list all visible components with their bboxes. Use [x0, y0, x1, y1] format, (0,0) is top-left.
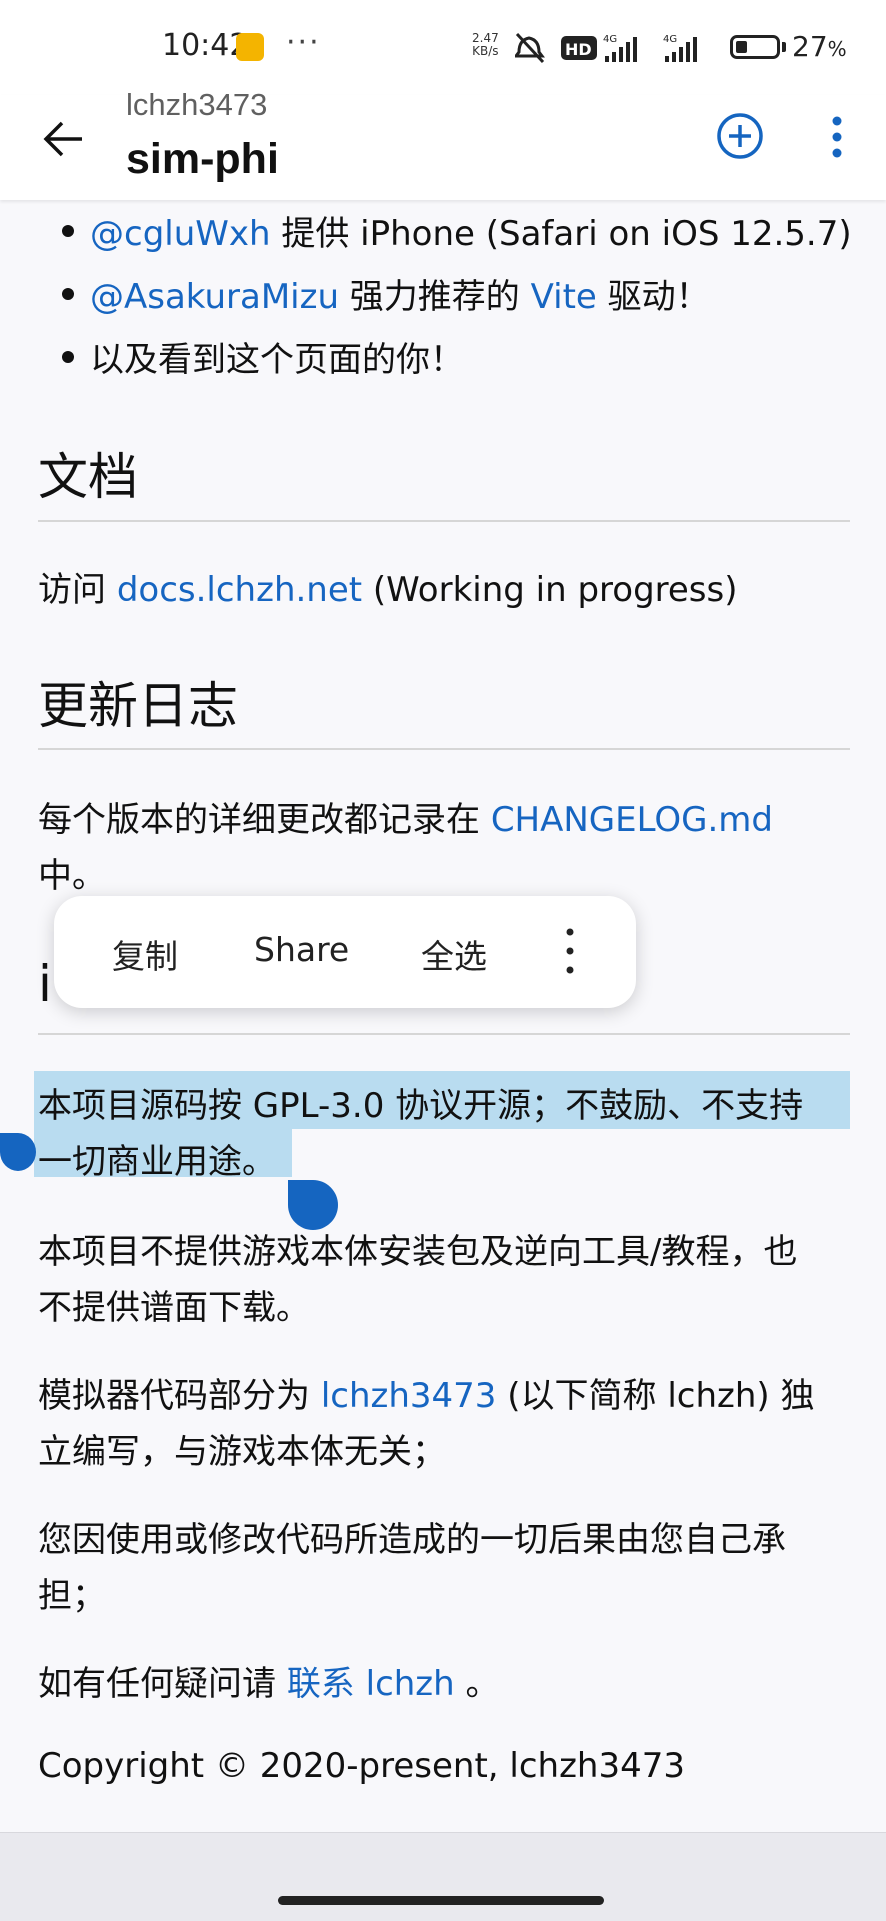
svg-text:4G: 4G: [603, 34, 617, 45]
license-paragraph-2-line-1: 本项目不提供游戏本体安装包及逆向工具/教程，也: [38, 1232, 798, 1272]
bottom-bar: [0, 1832, 886, 1921]
add-icon[interactable]: [716, 112, 764, 160]
battery-tip: [782, 42, 786, 52]
svg-text:4G: 4G: [663, 34, 677, 45]
copyright-text: Copyright © 2020-present, lchzh3473: [38, 1746, 686, 1786]
gesture-nav-handle[interactable]: [278, 1896, 604, 1905]
license-paragraph-4-line-2: 担；: [38, 1576, 106, 1616]
network-speed: 2.47 KB/s: [472, 32, 499, 58]
more-notifications-icon: ···: [286, 25, 321, 60]
app-bar: lchzh3473 sim-phi: [0, 87, 886, 200]
signal-2-icon: 4G: [663, 34, 697, 62]
license-paragraph-5: 如有任何疑问请 联系 lchzh 。: [38, 1664, 500, 1704]
selection-handle-start[interactable]: [0, 1133, 36, 1171]
network-speed-unit: KB/s: [472, 44, 499, 58]
more-options-icon[interactable]: [822, 115, 852, 159]
list-item: @AsakuraMizu 强力推荐的 Vite 驱动！: [90, 277, 710, 317]
svg-text:HD: HD: [565, 40, 592, 59]
divider: [38, 748, 850, 750]
license-heading: i: [38, 955, 52, 1013]
user-link[interactable]: @AsakuraMizu: [90, 277, 339, 317]
signal-1-icon: 4G: [603, 34, 637, 62]
contact-link[interactable]: 联系 lchzh: [287, 1664, 455, 1704]
select-all-menu-item[interactable]: 全选: [421, 930, 487, 978]
back-arrow-icon[interactable]: [42, 117, 86, 161]
license-paragraph-2-line-2: 不提供谱面下载。: [38, 1288, 310, 1328]
list-bullet: [62, 351, 74, 363]
mute-icon: [515, 32, 545, 64]
text-selection-menu: 复制 Share 全选: [54, 896, 636, 1008]
changelog-heading: 更新日志: [38, 677, 238, 735]
license-paragraph-1-line-1[interactable]: 本项目源码按 GPL-3.0 协议开源；不鼓励、不支持: [38, 1078, 803, 1127]
status-bar: 10:42 ··· 2.47 KB/s HD 4G 4G 27%: [0, 0, 886, 95]
license-paragraph-4-line-1: 您因使用或修改代码所造成的一切后果由您自己承: [38, 1520, 786, 1560]
notification-app-icon: [236, 33, 264, 61]
share-menu-item[interactable]: Share: [254, 930, 349, 969]
author-link[interactable]: lchzh3473: [321, 1376, 497, 1416]
hd-icon: HD: [561, 36, 597, 60]
license-paragraph-3-line-2: 立编写，与游戏本体无关；: [38, 1432, 446, 1472]
copy-menu-item[interactable]: 复制: [112, 930, 178, 978]
list-bullet: [62, 288, 74, 300]
user-link[interactable]: @cgluWxh: [90, 214, 271, 254]
docs-heading: 文档: [38, 448, 138, 506]
battery-percent: 27%: [792, 30, 847, 63]
license-paragraph-3-line-1: 模拟器代码部分为 lchzh3473 (以下简称 lchzh) 独: [38, 1376, 815, 1416]
list-bullet: [62, 225, 74, 237]
list-item: @cgluWxh 提供 iPhone (Safari on iOS 12.5.7…: [90, 214, 852, 254]
divider: [38, 1033, 850, 1035]
battery-icon: [730, 35, 780, 59]
docs-paragraph: 访问 docs.lchzh.net (Working in progress): [38, 570, 738, 610]
repo-owner: lchzh3473: [126, 87, 268, 122]
vite-link[interactable]: Vite: [531, 277, 597, 317]
status-icons: HD 4G 4G: [515, 32, 697, 64]
selection-handle-end[interactable]: [288, 1180, 338, 1230]
repo-name: sim-phi: [126, 135, 279, 183]
divider: [38, 520, 850, 522]
changelog-paragraph: 每个版本的详细更改都记录在 CHANGELOG.md: [38, 800, 773, 840]
changelog-link[interactable]: CHANGELOG.md: [491, 800, 773, 840]
changelog-suffix: 中。: [38, 856, 106, 896]
license-paragraph-1-line-2[interactable]: 一切商业用途。: [38, 1134, 276, 1183]
more-vertical-icon[interactable]: [564, 926, 576, 976]
docs-link[interactable]: docs.lchzh.net: [117, 570, 362, 610]
list-item: 以及看到这个页面的你！: [90, 340, 464, 380]
